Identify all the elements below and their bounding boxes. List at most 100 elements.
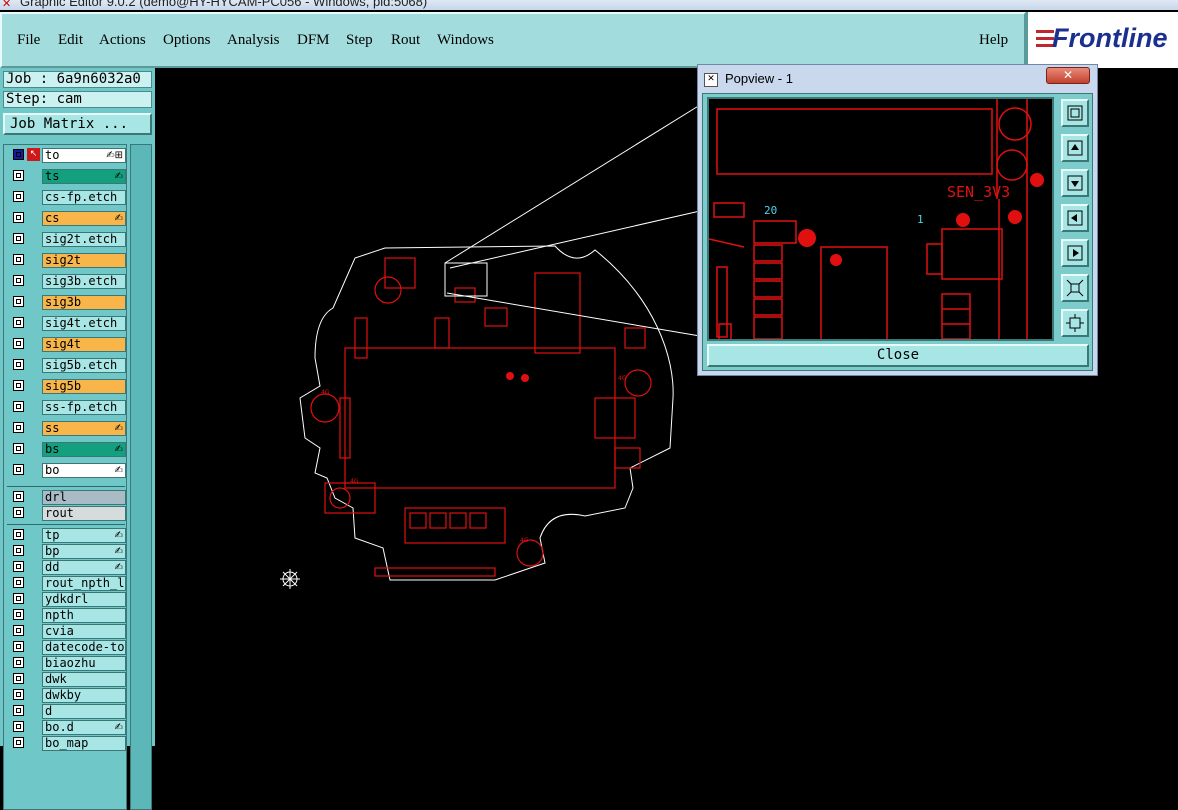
layer-checkbox[interactable] — [13, 561, 24, 572]
layer-checkbox[interactable] — [13, 338, 24, 349]
popview-zoom-out-button[interactable] — [1061, 309, 1089, 337]
layer-checkbox[interactable] — [13, 737, 24, 748]
layer-row[interactable]: ydkdrl — [7, 592, 127, 607]
layer-name[interactable]: sig5b.etch — [42, 358, 126, 373]
layer-row[interactable]: bp ✍ — [7, 544, 127, 559]
layer-checkbox[interactable] — [13, 705, 24, 716]
layer-checkbox[interactable] — [13, 254, 24, 265]
layer-row[interactable]: drl — [7, 490, 127, 505]
layer-row[interactable]: bo ✍ — [7, 463, 127, 478]
layer-name[interactable]: ts ✍ — [42, 169, 126, 184]
layer-row[interactable]: dwkby — [7, 688, 127, 703]
layer-row[interactable]: cvia — [7, 624, 127, 639]
menu-actions[interactable]: Actions — [99, 32, 146, 49]
layer-row[interactable]: sig4t.etch — [7, 316, 127, 331]
menu-options[interactable]: Options — [163, 32, 211, 49]
layer-row[interactable]: bo.d ✍ — [7, 720, 127, 735]
layer-name[interactable]: bo ✍ — [42, 463, 126, 478]
job-matrix-button[interactable]: Job Matrix ... — [3, 113, 152, 135]
layer-name[interactable]: to ✍⊞ — [42, 148, 126, 163]
layer-row[interactable]: sig4t — [7, 337, 127, 352]
layer-checkbox[interactable] — [13, 170, 24, 181]
layer-row[interactable]: tp ✍ — [7, 528, 127, 543]
layers-scrollbar[interactable] — [130, 144, 152, 810]
layer-row[interactable]: cs ✍ — [7, 211, 127, 226]
layer-row[interactable]: rout — [7, 506, 127, 521]
layer-checkbox[interactable] — [13, 422, 24, 433]
layer-name[interactable]: cs-fp.etch — [42, 190, 126, 205]
layer-checkbox[interactable] — [13, 191, 24, 202]
layer-checkbox[interactable] — [13, 296, 24, 307]
layer-name[interactable]: drl — [42, 490, 126, 505]
popview-pan-down-button[interactable] — [1061, 169, 1089, 197]
layer-checkbox[interactable] — [13, 149, 24, 160]
popview-close-icon[interactable]: ✕ — [1046, 67, 1090, 84]
popview-pan-left-button[interactable] — [1061, 204, 1089, 232]
layer-name[interactable]: cs ✍ — [42, 211, 126, 226]
layer-name[interactable]: sig2t.etch — [42, 232, 126, 247]
layer-name[interactable]: rout_npth_layer — [42, 576, 126, 591]
layer-checkbox[interactable] — [13, 641, 24, 652]
layer-checkbox[interactable] — [13, 609, 24, 620]
layer-checkbox[interactable] — [13, 464, 24, 475]
menu-dfm[interactable]: DFM — [297, 32, 330, 49]
popview-zoom-fit-button[interactable] — [1061, 99, 1089, 127]
layer-name[interactable]: sig5b — [42, 379, 126, 394]
layer-row[interactable]: sig3b.etch — [7, 274, 127, 289]
layer-row[interactable]: sig2t — [7, 253, 127, 268]
menu-file[interactable]: File — [17, 32, 40, 49]
layer-row[interactable]: sig2t.etch — [7, 232, 127, 247]
popview-pan-up-button[interactable] — [1061, 134, 1089, 162]
menu-help[interactable]: Help — [979, 32, 1008, 49]
layer-checkbox[interactable] — [13, 721, 24, 732]
layer-name[interactable]: ydkdrl — [42, 592, 126, 607]
layer-name[interactable]: rout — [42, 506, 126, 521]
layer-checkbox[interactable] — [13, 212, 24, 223]
layer-row[interactable]: sig5b — [7, 379, 127, 394]
layer-checkbox[interactable] — [13, 625, 24, 636]
layer-name[interactable]: dd ✍ — [42, 560, 126, 575]
layer-checkbox[interactable] — [13, 359, 24, 370]
popview-pan-right-button[interactable] — [1061, 239, 1089, 267]
layer-name[interactable]: cvia — [42, 624, 126, 639]
layer-name[interactable]: bp ✍ — [42, 544, 126, 559]
layer-checkbox[interactable] — [13, 577, 24, 588]
menu-analysis[interactable]: Analysis — [227, 32, 280, 49]
layer-checkbox[interactable] — [13, 491, 24, 502]
layer-checkbox[interactable] — [13, 233, 24, 244]
popview-zoom-view[interactable]: SEN_3V3 20 1 — [707, 97, 1054, 341]
popview-close-button[interactable]: Close — [707, 344, 1089, 367]
layer-row[interactable]: biaozhu — [7, 656, 127, 671]
menu-edit[interactable]: Edit — [58, 32, 83, 49]
layer-row[interactable]: dd ✍ — [7, 560, 127, 575]
layer-name[interactable]: bo_map — [42, 736, 126, 751]
layer-checkbox[interactable] — [13, 443, 24, 454]
layer-row[interactable]: sig3b — [7, 295, 127, 310]
layer-row[interactable]: dwk — [7, 672, 127, 687]
layer-name[interactable]: biaozhu — [42, 656, 126, 671]
layer-name[interactable]: d — [42, 704, 126, 719]
layer-row[interactable]: d — [7, 704, 127, 719]
layer-checkbox[interactable] — [13, 507, 24, 518]
layer-checkbox[interactable] — [13, 657, 24, 668]
layer-row[interactable]: datecode-to — [7, 640, 127, 655]
menu-rout[interactable]: Rout — [391, 32, 420, 49]
layer-name[interactable]: sig3b.etch — [42, 274, 126, 289]
layer-name[interactable]: bs ✍ — [42, 442, 126, 457]
layer-name[interactable]: npth — [42, 608, 126, 623]
layer-name[interactable]: datecode-to — [42, 640, 126, 655]
layer-checkbox[interactable] — [13, 689, 24, 700]
menu-windows[interactable]: Windows — [437, 32, 494, 49]
layer-row[interactable]: bs ✍ — [7, 442, 127, 457]
work-layer-arrow-icon[interactable]: ↖ — [27, 148, 40, 161]
layer-name[interactable]: sig4t.etch — [42, 316, 126, 331]
popview-zoom-in-button[interactable] — [1061, 274, 1089, 302]
layer-checkbox[interactable] — [13, 275, 24, 286]
layer-checkbox[interactable] — [13, 593, 24, 604]
layer-row[interactable]: sig5b.etch — [7, 358, 127, 373]
layer-name[interactable]: sig2t — [42, 253, 126, 268]
layer-checkbox[interactable] — [13, 380, 24, 391]
layer-row[interactable]: ss ✍ — [7, 421, 127, 436]
layer-checkbox[interactable] — [13, 317, 24, 328]
layer-name[interactable]: tp ✍ — [42, 528, 126, 543]
